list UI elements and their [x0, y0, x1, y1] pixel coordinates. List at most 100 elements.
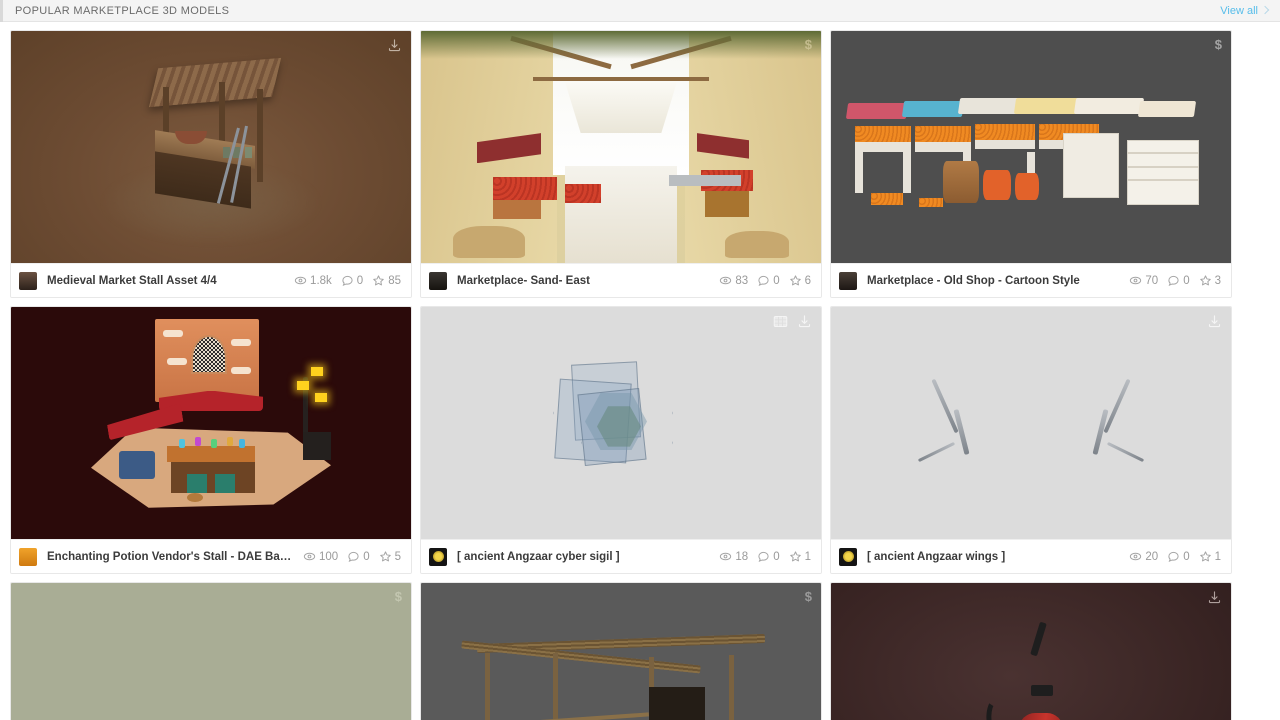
dollar-icon[interactable]: $: [805, 38, 812, 51]
stat-likes: 1: [789, 550, 811, 563]
thumbnail-art: [831, 583, 1231, 720]
section-header: POPULAR MARKETPLACE 3D MODELS View all: [0, 0, 1280, 22]
views-count: 1.8k: [310, 274, 332, 287]
model-thumbnail[interactable]: $: [421, 31, 821, 263]
stat-views: 18: [719, 550, 748, 563]
card-stats: 18 0 1: [709, 550, 811, 563]
stat-comments: 0: [757, 274, 780, 287]
comments-count: 0: [363, 550, 370, 563]
card-stats: 1.8k 0 85: [284, 274, 401, 287]
card-meta: Marketplace- Sand- East 83 0 6: [421, 263, 821, 297]
stat-views: 1.8k: [294, 274, 332, 287]
likes-count: 5: [394, 550, 401, 563]
stat-views: 100: [303, 550, 338, 563]
thumbnail-badges: $: [1215, 38, 1222, 51]
views-count: 83: [735, 274, 749, 287]
thumbnail-badges: $: [805, 590, 812, 603]
thumbnail-art: [11, 31, 411, 263]
thumbnail-art: [421, 583, 821, 720]
stat-comments: 0: [347, 550, 370, 563]
thumbnail-badges: $: [805, 38, 812, 51]
download-icon[interactable]: [1207, 590, 1222, 605]
model-title[interactable]: [ ancient Angzaar cyber sigil ]: [457, 551, 620, 563]
avatar[interactable]: [839, 271, 857, 290]
stat-likes: 6: [789, 274, 811, 287]
avatar-emblem: [432, 551, 444, 562]
thumbnail-art: [831, 31, 1231, 263]
stat-views: 20: [1129, 550, 1158, 563]
views-count: 70: [1145, 274, 1159, 287]
comments-count: 0: [1183, 274, 1190, 287]
card-stats: 100 0 5: [293, 550, 401, 563]
model-title[interactable]: Enchanting Potion Vendor's Stall - DAE B…: [47, 551, 293, 563]
model-title[interactable]: Marketplace - Old Shop - Cartoon Style: [867, 275, 1080, 287]
model-gallery-page: POPULAR MARKETPLACE 3D MODELS View all M…: [0, 0, 1280, 720]
model-card[interactable]: $: [420, 582, 822, 720]
view-all-link[interactable]: View all: [1220, 4, 1270, 17]
stat-comments: 0: [341, 274, 363, 287]
avatar-emblem: [842, 551, 854, 562]
comments-count: 0: [356, 274, 364, 287]
avatar[interactable]: [19, 271, 37, 290]
model-card[interactable]: $ Marketplace- Sand- East 83 0 6: [420, 30, 822, 298]
download-icon[interactable]: [797, 314, 812, 329]
likes-count: 3: [1214, 274, 1221, 287]
avatar[interactable]: [429, 547, 447, 566]
page-title: POPULAR MARKETPLACE 3D MODELS: [0, 0, 229, 22]
texture-grid-icon[interactable]: [773, 315, 788, 328]
stat-likes: 85: [372, 274, 401, 287]
view-all-label: View all: [1220, 4, 1258, 17]
model-card[interactable]: $: [10, 582, 412, 720]
avatar[interactable]: [19, 547, 37, 566]
stat-comments: 0: [757, 550, 780, 563]
dollar-icon[interactable]: $: [805, 590, 812, 603]
avatar[interactable]: [429, 271, 447, 290]
model-card[interactable]: [830, 582, 1232, 720]
model-thumbnail[interactable]: $: [831, 31, 1231, 263]
thumbnail-badges: [1207, 590, 1222, 605]
comments-count: 0: [773, 550, 780, 563]
model-card[interactable]: $ Marketplace - Old Shop - Cartoon Style…: [830, 30, 1232, 298]
avatar[interactable]: [839, 547, 857, 566]
model-card[interactable]: [ ancient Angzaar cyber sigil ] 18 0 1: [420, 306, 822, 574]
views-count: 20: [1145, 550, 1159, 563]
stat-likes: 1: [1199, 550, 1221, 563]
stat-comments: 0: [1167, 274, 1190, 287]
model-thumbnail[interactable]: $: [11, 583, 411, 720]
model-card[interactable]: Enchanting Potion Vendor's Stall - DAE B…: [10, 306, 412, 574]
model-title[interactable]: Medieval Market Stall Asset 4/4: [47, 275, 217, 287]
thumbnail-art: [831, 307, 1231, 539]
stat-views: 83: [719, 274, 748, 287]
thumbnail-art: [421, 31, 821, 263]
thumbnail-art: [421, 307, 821, 539]
thumbnail-badges: $: [395, 590, 402, 603]
model-thumbnail[interactable]: [11, 31, 411, 263]
download-icon[interactable]: [387, 38, 402, 53]
stat-comments: 0: [1167, 550, 1190, 563]
card-stats: 70 0 3: [1119, 274, 1221, 287]
dollar-icon[interactable]: $: [1215, 38, 1222, 51]
views-count: 18: [735, 550, 749, 563]
model-thumbnail[interactable]: [831, 583, 1231, 720]
comments-count: 0: [773, 274, 780, 287]
card-meta: Marketplace - Old Shop - Cartoon Style 7…: [831, 263, 1231, 297]
model-title[interactable]: [ ancient Angzaar wings ]: [867, 551, 1005, 563]
thumbnail-badges: [1207, 314, 1222, 329]
model-grid: Medieval Market Stall Asset 4/4 1.8k 0 8…: [0, 22, 1280, 720]
card-meta: Enchanting Potion Vendor's Stall - DAE B…: [11, 539, 411, 573]
model-thumbnail[interactable]: [831, 307, 1231, 539]
chevron-right-icon: [1260, 5, 1270, 15]
comments-count: 0: [1183, 550, 1190, 563]
model-card[interactable]: Medieval Market Stall Asset 4/4 1.8k 0 8…: [10, 30, 412, 298]
card-meta: [ ancient Angzaar cyber sigil ] 18 0 1: [421, 539, 821, 573]
model-thumbnail[interactable]: $: [421, 583, 821, 720]
model-card[interactable]: [ ancient Angzaar wings ] 20 0 1: [830, 306, 1232, 574]
thumbnail-art: [11, 583, 411, 720]
views-count: 100: [319, 550, 339, 563]
model-thumbnail[interactable]: [421, 307, 821, 539]
thumbnail-badges: [773, 314, 812, 329]
model-title[interactable]: Marketplace- Sand- East: [457, 275, 590, 287]
dollar-icon[interactable]: $: [395, 590, 402, 603]
model-thumbnail[interactable]: [11, 307, 411, 539]
download-icon[interactable]: [1207, 314, 1222, 329]
